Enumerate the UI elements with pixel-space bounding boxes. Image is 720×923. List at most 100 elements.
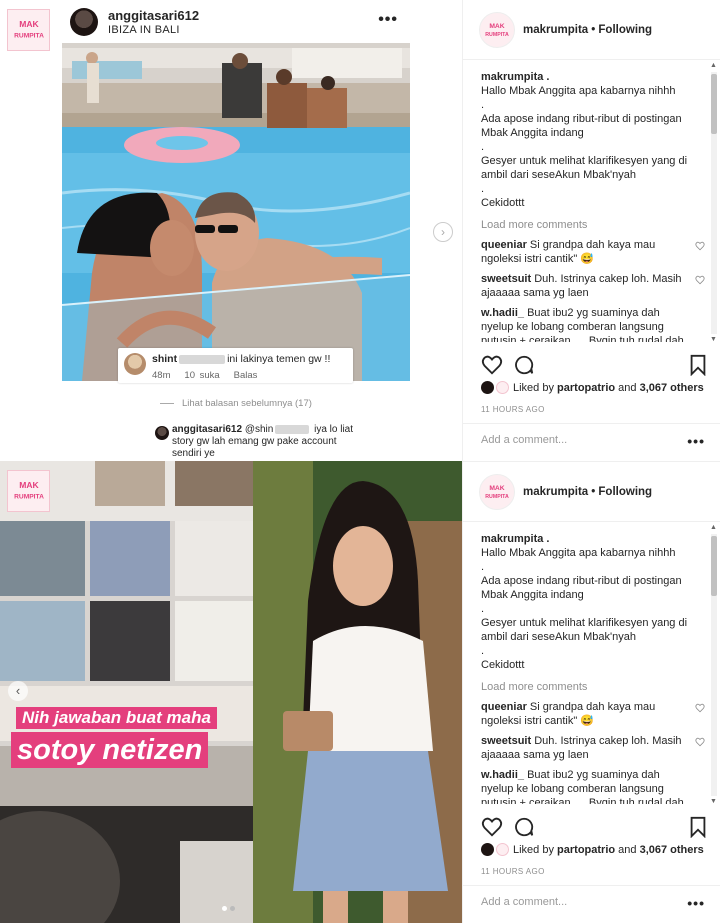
comment-user[interactable]: sweetsuit (481, 735, 531, 747)
avatar[interactable] (496, 843, 509, 856)
avatar[interactable] (124, 353, 146, 375)
comment-user[interactable]: queeniar (481, 701, 527, 713)
avatar[interactable] (481, 381, 494, 394)
comment-popup: shint ini lakinya temen gw !! 48m 10 suka… (118, 348, 353, 383)
reply-user[interactable]: anggitasari612 (172, 424, 242, 435)
post-time: 11 HOURS AGO (481, 405, 545, 414)
account-name[interactable]: makrumpita (523, 24, 588, 36)
liker-user[interactable]: partopatrio (557, 382, 615, 394)
scroll-up-icon[interactable]: ▲ (710, 524, 717, 531)
blurred-name (179, 354, 226, 364)
more-options-icon[interactable]: ••• (378, 11, 398, 29)
post-username[interactable]: anggitasari612 (108, 8, 199, 23)
caption-line: . (481, 141, 485, 153)
like-comment-icon[interactable] (695, 703, 705, 713)
reply-mention[interactable]: @shin (245, 424, 274, 435)
load-more-comments[interactable]: Load more comments (481, 218, 707, 232)
comment-item: sweetsuit Duh. Istrinya cakep loh. Masih… (481, 272, 707, 300)
scroll-down-icon[interactable]: ▼ (710, 336, 717, 343)
post-header: anggitasari612 IBIZA IN BALI ••• (70, 3, 410, 41)
svg-text:RUMPITA: RUMPITA (14, 494, 44, 501)
caption-user[interactable]: makrumpita . (481, 70, 707, 84)
svg-text:RUMPITA: RUMPITA (485, 32, 509, 38)
svg-text:MAK: MAK (19, 19, 39, 29)
more-options-icon[interactable]: ••• (687, 433, 705, 449)
comment-user[interactable]: shint (152, 353, 177, 365)
svg-text:RUMPITA: RUMPITA (14, 33, 44, 40)
account-name[interactable]: makrumpita (523, 486, 588, 498)
svg-text:MAK: MAK (489, 484, 504, 491)
caption-line: Ada apose indang ribut-ribut di postinga… (481, 575, 682, 601)
like-comment-icon[interactable] (695, 275, 705, 285)
reply-text: anggitasari612 @shin iya lo liat story g… (172, 424, 354, 459)
story-banner-line1: Nih jawaban buat maha (16, 707, 217, 729)
like-comment-icon[interactable] (695, 241, 705, 251)
like-icon[interactable] (481, 354, 503, 376)
caption-line: Hallo Mbak Anggita apa kabarnya nihhh (481, 85, 676, 97)
comment-user[interactable]: sweetsuit (481, 273, 531, 285)
svg-text:MAK: MAK (19, 480, 39, 490)
add-comment-bar: ••• (463, 885, 720, 923)
comment-user[interactable]: w.hadii_ (481, 307, 524, 319)
prev-image-button[interactable]: ‹ (8, 681, 28, 701)
caption-user[interactable]: makrumpita . (481, 532, 707, 546)
comment-time: 48m (152, 370, 171, 381)
add-comment-bar: ••• (463, 423, 720, 461)
view-replies-label[interactable]: Lihat balasan sebelumnya (17) (182, 398, 312, 409)
panel-header: MAK RUMPITA makrumpita • Following (463, 0, 720, 60)
post-location[interactable]: IBIZA IN BALI (108, 24, 199, 36)
comment-item: w.hadii_ Buat ibu2 yg suaminya dah nyelu… (481, 769, 684, 804)
following-button[interactable]: • Following (591, 486, 652, 498)
comment-likes[interactable]: 10 suka (184, 370, 219, 381)
panel-header: MAK RUMPITA makrumpita • Following (463, 462, 720, 522)
more-options-icon[interactable]: ••• (687, 895, 705, 911)
carousel-indicator (222, 906, 235, 911)
account-avatar[interactable]: MAK RUMPITA (479, 473, 515, 510)
avatar[interactable] (155, 426, 169, 440)
caption-line: . (481, 603, 485, 615)
caption-line: Gesyer untuk melihat klarifikesyen yang … (481, 617, 688, 643)
caption-line: . (481, 645, 485, 657)
avatar[interactable] (496, 381, 509, 394)
liker-user[interactable]: partopatrio (557, 844, 615, 856)
comments-list: makrumpita . Hallo Mbak Anggita apa kaba… (481, 532, 707, 804)
woman-photo (253, 461, 462, 923)
comment-item: queeniar Si grandpa dah kaya mau ngoleks… (481, 238, 707, 266)
load-more-comments[interactable]: Load more comments (481, 680, 707, 694)
likes-summary: Liked by partopatrio and 3,067 others (481, 843, 704, 856)
like-icon[interactable] (481, 816, 503, 838)
comment-user[interactable]: w.hadii_ (481, 769, 524, 781)
likes-count[interactable]: 3,067 others (640, 382, 704, 394)
comment-icon[interactable] (513, 816, 535, 838)
avatar[interactable] (70, 8, 98, 36)
add-comment-input[interactable] (481, 896, 671, 908)
comments-scrollbar[interactable]: ▲ ▼ (709, 62, 718, 344)
save-icon[interactable] (689, 816, 707, 838)
reply-comment: anggitasari612 @shin iya lo liat story g… (155, 424, 355, 460)
story-banner-line2: sotoy netizen (11, 732, 209, 768)
next-image-button[interactable]: › (433, 222, 453, 242)
avatar[interactable] (481, 843, 494, 856)
comment-icon[interactable] (513, 354, 535, 376)
comment-user[interactable]: queeniar (481, 239, 527, 251)
account-avatar[interactable]: MAK RUMPITA (479, 11, 515, 48)
add-comment-input[interactable] (481, 434, 671, 446)
likes-count[interactable]: 3,067 others (640, 844, 704, 856)
comment-panel: MAK RUMPITA makrumpita • Following makru… (462, 0, 720, 461)
comment-item: w.hadii_ Buat ibu2 yg suaminya dah nyelu… (481, 307, 684, 342)
caption-line: Cekidottt (481, 659, 525, 671)
caption-line: Cekidottt (481, 197, 525, 209)
caption-line: . (481, 99, 485, 111)
caption-line: . (481, 561, 485, 573)
reply-link[interactable]: Balas (234, 370, 258, 381)
comments-scrollbar[interactable]: ▲ ▼ (709, 524, 718, 806)
comment-text: shint ini lakinya temen gw !! (152, 353, 331, 365)
comments-list: makrumpita . Hallo Mbak Anggita apa kaba… (481, 70, 707, 342)
view-previous-replies[interactable]: Lihat balasan sebelumnya (17) (160, 398, 312, 409)
like-comment-icon[interactable] (695, 737, 705, 747)
mak-rumpita-logo: MAK RUMPITA (7, 470, 50, 512)
scroll-down-icon[interactable]: ▼ (710, 798, 717, 805)
save-icon[interactable] (689, 354, 707, 376)
following-button[interactable]: • Following (591, 24, 652, 36)
scroll-up-icon[interactable]: ▲ (710, 62, 717, 69)
